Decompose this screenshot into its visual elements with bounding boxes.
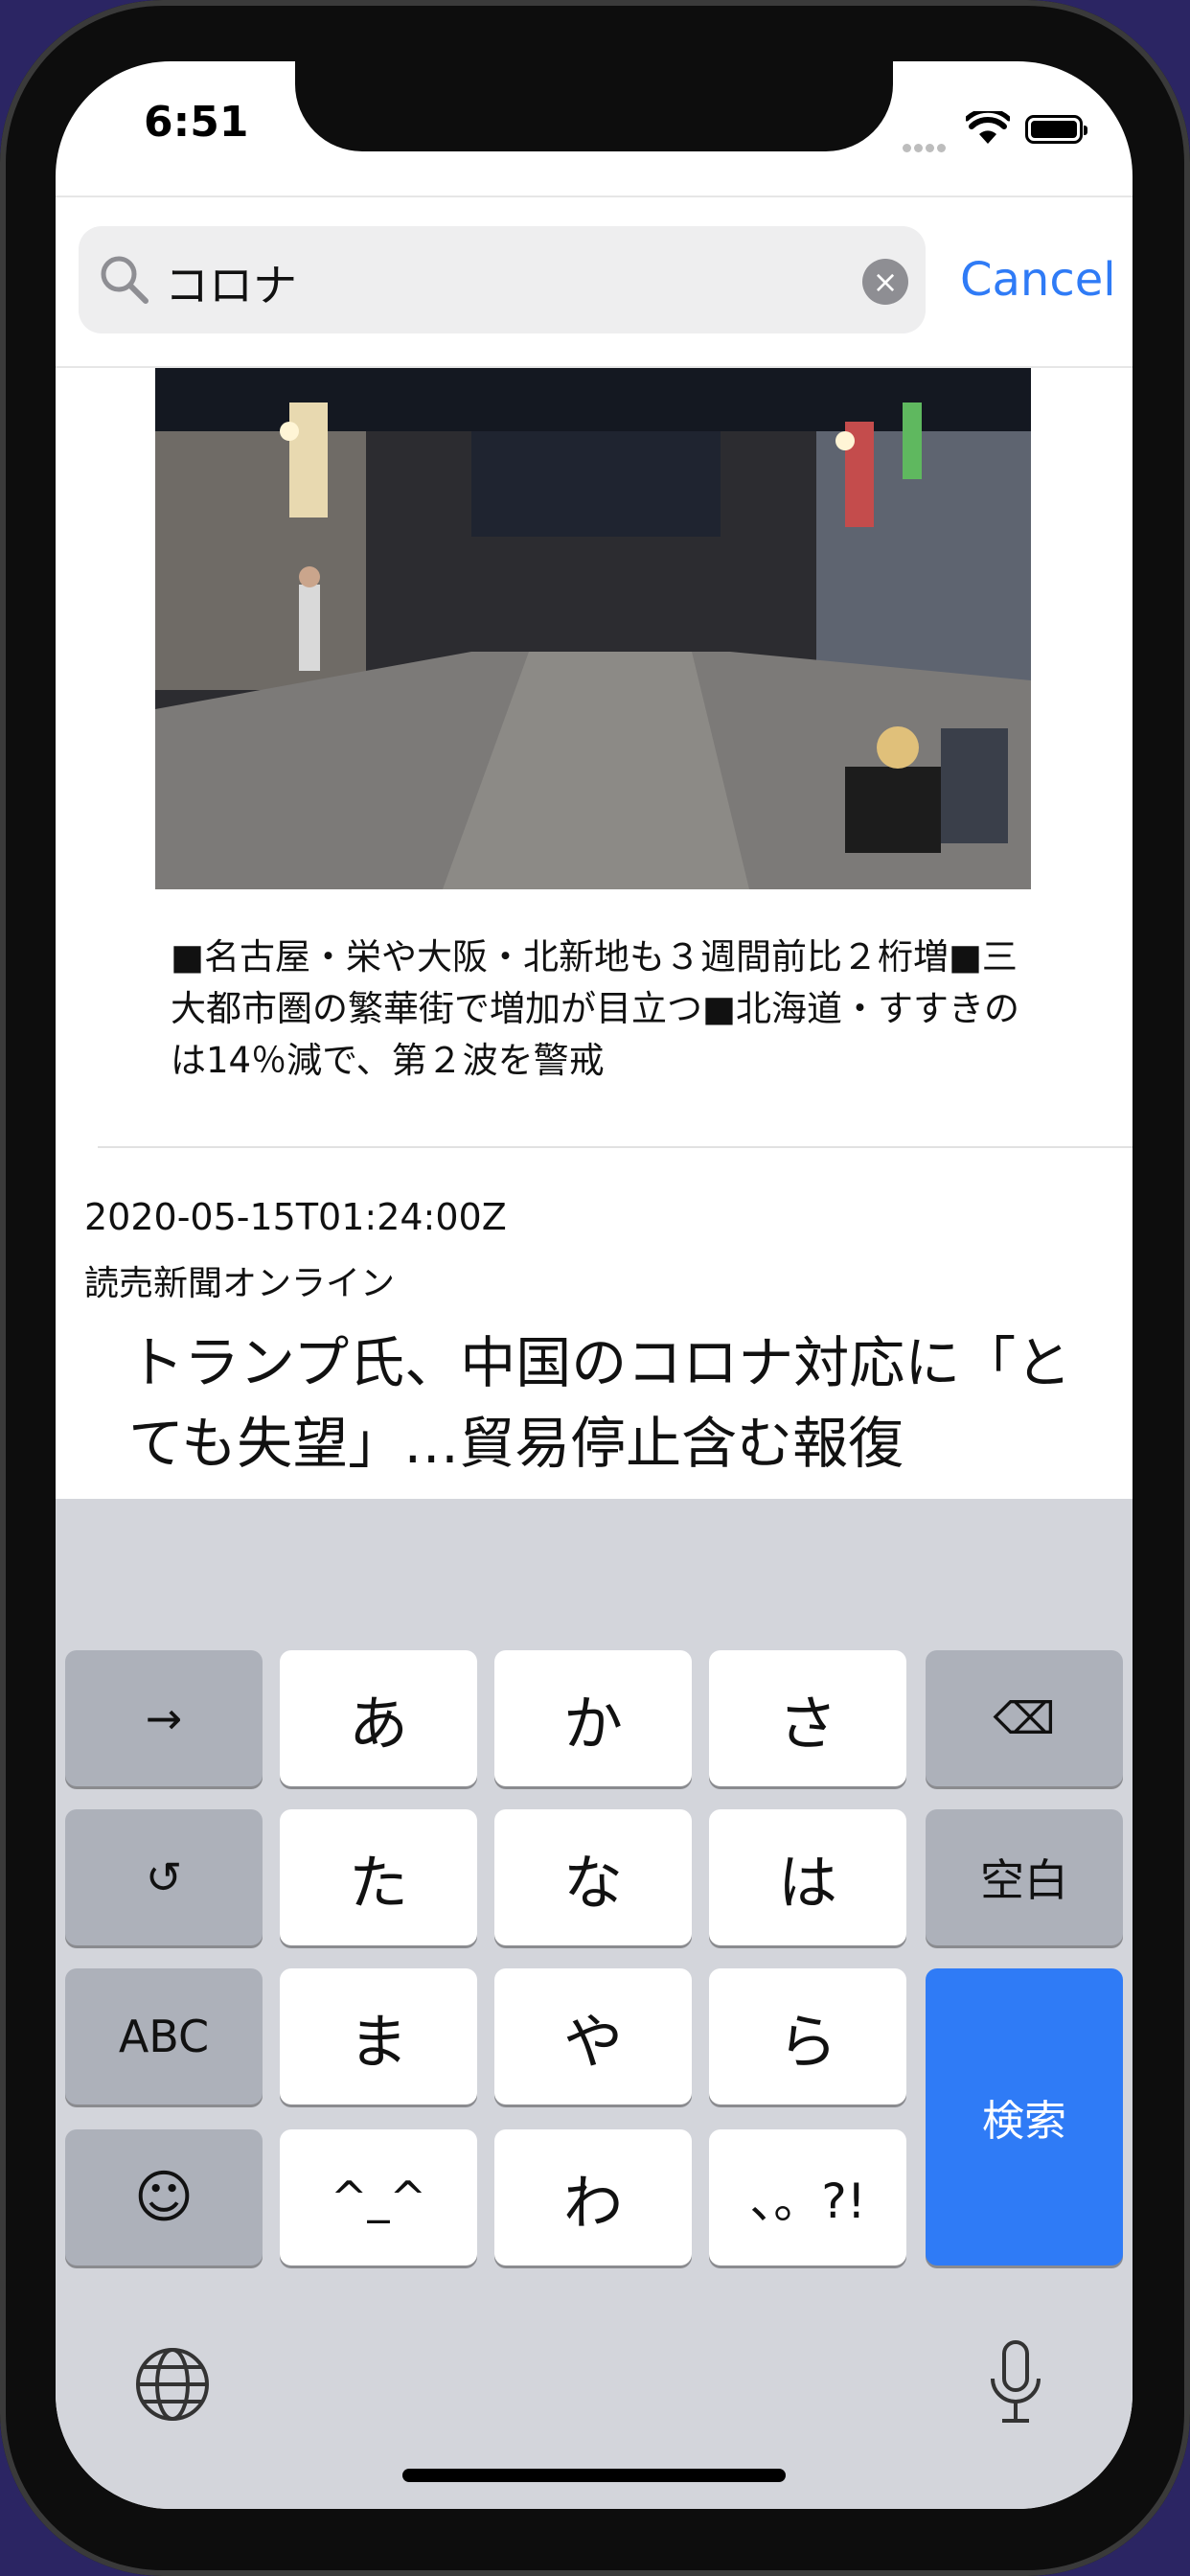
street-scene-image — [155, 364, 1031, 889]
article-caption: ■名古屋・栄や大阪・北新地も３週間前比２桁増■三大都市圏の繁華街で増加が目立つ■… — [171, 936, 1019, 1081]
divider — [98, 1146, 1133, 1148]
japanese-keyboard: → あ か さ ⌫ ↺ た な は 空白 ABC ま や ら ☺ ^_^ わ 、… — [56, 1499, 1133, 2509]
microphone-icon[interactable] — [987, 2340, 1044, 2426]
article-timestamp: 2020-05-15T01:24:00Z — [84, 1196, 507, 1238]
key-kaomoji[interactable]: ^_^ — [280, 2129, 477, 2266]
delete-key[interactable]: ⌫ — [926, 1650, 1123, 1786]
key-ta[interactable]: た — [280, 1809, 477, 1945]
home-indicator — [402, 2469, 786, 2482]
key-sa[interactable]: さ — [709, 1650, 906, 1786]
search-bar: コロナ × Cancel — [56, 196, 1133, 368]
key-a[interactable]: あ — [280, 1650, 477, 1786]
key-arrow-right[interactable]: → — [65, 1650, 263, 1786]
key-ka[interactable]: か — [494, 1650, 692, 1786]
search-input[interactable]: コロナ × — [79, 226, 926, 334]
key-ha[interactable]: は — [709, 1809, 906, 1945]
undo-key[interactable]: ↺ — [65, 1809, 263, 1945]
key-wa[interactable]: わ — [494, 2129, 692, 2266]
search-query[interactable]: コロナ — [165, 251, 297, 314]
key-ma[interactable]: ま — [280, 1968, 477, 2104]
article-photo[interactable] — [155, 364, 1031, 889]
article-source: 読売新聞オンライン — [84, 1264, 396, 1303]
key-ya[interactable]: や — [494, 1968, 692, 2104]
battery-icon — [1025, 115, 1087, 144]
clear-search-button[interactable]: × — [862, 259, 908, 305]
signal-icon — [903, 138, 952, 152]
key-ra[interactable]: ら — [709, 1968, 906, 2104]
search-icon — [101, 256, 149, 304]
status-time: 6:51 — [144, 98, 249, 147]
article-headline[interactable]: トランプ氏、中国のコロナ対応に「とても失望」…貿易停止含む報復 — [128, 1322, 1087, 1484]
key-na[interactable]: な — [494, 1809, 692, 1945]
emoji-key[interactable]: ☺ — [65, 2129, 263, 2266]
search-key[interactable]: 検索 — [926, 1968, 1123, 2266]
abc-key[interactable]: ABC — [65, 1968, 263, 2104]
globe-icon[interactable] — [134, 2346, 211, 2423]
screen: 6:51 コロナ × Cancel ■名古屋・栄や大阪・北新地も３週間前比２桁増… — [56, 61, 1133, 2509]
notch — [295, 61, 893, 151]
key-punctuation[interactable]: 、。?! — [709, 2129, 906, 2266]
wifi-icon — [966, 111, 1010, 144]
phone-frame: 6:51 コロナ × Cancel ■名古屋・栄や大阪・北新地も３週間前比２桁増… — [0, 0, 1190, 2576]
cancel-button[interactable]: Cancel — [960, 253, 1116, 307]
space-key[interactable]: 空白 — [926, 1809, 1123, 1945]
